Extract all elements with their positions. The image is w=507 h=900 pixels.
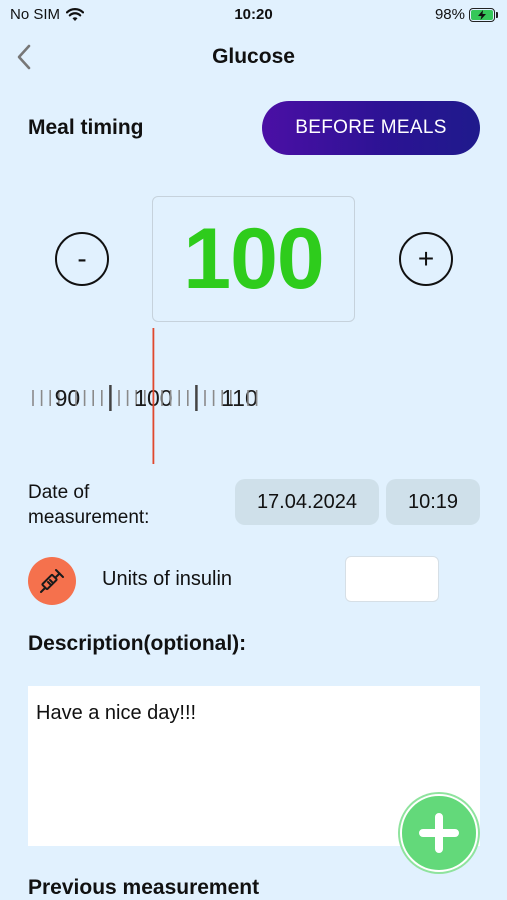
status-battery: 98% [434, 6, 498, 23]
status-time: 10:20 [234, 6, 273, 23]
previous-measurement-heading: Previous measurement [28, 876, 260, 899]
insulin-label: Units of insulin [102, 568, 233, 590]
value-ruler-slider[interactable]: 90 100 110 [0, 328, 507, 464]
page-title: Glucose [212, 45, 295, 68]
charging-bolt-icon [478, 9, 486, 20]
syringe-icon [28, 557, 76, 605]
ruler-label: 110 [221, 385, 258, 411]
syringe-glyph [40, 569, 64, 593]
plus-icon [419, 813, 459, 853]
time-picker[interactable]: 10:19 [386, 479, 480, 525]
insulin-units-input[interactable] [345, 556, 439, 602]
date-picker[interactable]: 17.04.2024 [235, 479, 379, 525]
date-label: Date of measurement: [28, 480, 188, 530]
battery-percent: 98% [434, 6, 465, 23]
battery-icon [469, 7, 498, 22]
plus-label: + [417, 243, 435, 274]
glucose-value-display: 100 [152, 196, 355, 322]
glucose-value: 100 [183, 210, 324, 307]
decrement-button[interactable]: - [55, 232, 109, 286]
meal-timing-button[interactable]: BEFORE MEALS [262, 101, 480, 155]
minus-label: - [77, 243, 87, 274]
date-label-text: Date of measurement: [28, 482, 150, 528]
description-label: Description(optional): [28, 632, 247, 655]
increment-button[interactable]: + [399, 232, 453, 286]
meal-timing-label: Meal timing [28, 116, 144, 139]
add-measurement-button[interactable] [400, 794, 478, 872]
